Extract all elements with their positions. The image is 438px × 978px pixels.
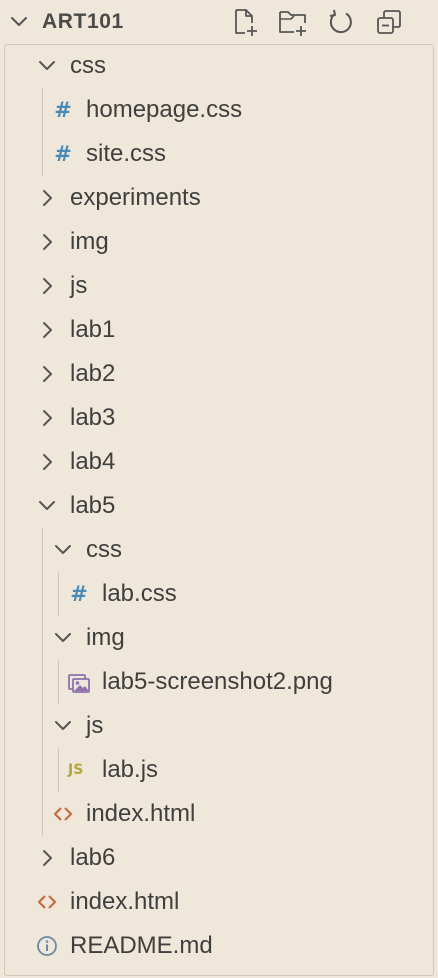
tree-item-label: lab.js [102,756,159,783]
tree-item-label: lab6 [70,844,116,871]
tree-file-row[interactable]: README.md [0,924,438,968]
new-file-icon [235,9,257,36]
tree-item-label: lab1 [70,316,116,343]
chevron-right-icon[interactable] [36,231,58,253]
tree-file-row[interactable]: # site.css [0,132,438,176]
tree-item-label: js [70,272,88,299]
tree-folder-row[interactable]: lab4 [0,440,438,484]
tree-folder-row[interactable]: img [0,220,438,264]
tree-folder-row[interactable]: js [0,704,438,748]
tree-folder-row[interactable]: lab2 [0,352,438,396]
tree-folder-row[interactable]: img [0,616,438,660]
tree-file-row[interactable]: # lab.css [0,572,438,616]
html-file-icon [36,891,58,913]
tree-item-label: index.html [86,800,196,827]
tree-file-row[interactable]: lab5-screenshot2.png [0,660,438,704]
chevron-down-icon[interactable] [8,11,30,33]
tree-folder-row[interactable]: js [0,264,438,308]
indent-guide [42,528,43,836]
folder-title: ART101 [42,10,124,33]
tree-folder-row[interactable]: lab3 [0,396,438,440]
tree-folder-row[interactable]: css [0,44,438,88]
tree-folder-row[interactable]: css [0,528,438,572]
info-icon [36,935,58,957]
indent-guide [58,748,59,792]
indent-guide [42,88,43,176]
tree-item-label: homepage.css [86,96,243,123]
chevron-right-icon[interactable] [36,407,58,429]
tree-item-label: img [70,228,109,255]
tree-item-label: img [86,624,125,651]
tree-file-row[interactable]: # homepage.css [0,88,438,132]
tree-item-label: lab.css [102,580,177,607]
refresh-button[interactable] [325,6,357,38]
tree-item-label: lab5 [70,492,116,519]
tree-item-label: lab2 [70,360,116,387]
collapse-all-icon [377,10,401,34]
collapse-all-button[interactable] [373,6,405,38]
refresh-icon [329,9,352,34]
chevron-right-icon[interactable] [36,363,58,385]
tree-file-row[interactable]: index.html [0,792,438,836]
chevron-right-icon[interactable] [36,319,58,341]
chevron-right-icon[interactable] [36,275,58,297]
css-file-icon: # [70,582,88,606]
js-file-icon: JS [68,762,84,778]
chevron-right-icon[interactable] [36,847,58,869]
tree-item-label: lab5-screenshot2.png [102,668,333,695]
tree-folder-row[interactable]: lab5 [0,484,438,528]
tree-folder-row[interactable]: experiments [0,176,438,220]
indent-guide [58,572,59,616]
css-file-icon: # [54,98,72,122]
chevron-right-icon[interactable] [36,451,58,473]
html-file-icon [52,803,74,825]
tree-item-label: experiments [70,184,201,211]
new-folder-icon [279,11,306,36]
tree-item-label: site.css [86,140,167,167]
tree-item-label: css [70,52,106,79]
new-folder-button[interactable] [277,6,309,38]
chevron-down-icon[interactable] [36,495,58,517]
tree-folder-row[interactable]: lab6 [0,836,438,880]
explorer-header[interactable]: ART101 [0,0,438,44]
tree-item-label: css [86,536,122,563]
chevron-down-icon[interactable] [36,55,58,77]
css-file-icon: # [54,142,72,166]
tree-item-label: lab4 [70,448,116,475]
new-file-button[interactable] [229,6,261,38]
chevron-down-icon[interactable] [52,715,74,737]
image-file-icon [68,671,90,693]
tree-item-label: js [86,712,104,739]
chevron-down-icon[interactable] [52,627,74,649]
chevron-down-icon[interactable] [52,539,74,561]
tree-folder-row[interactable]: lab1 [0,308,438,352]
chevron-right-icon[interactable] [36,187,58,209]
tree-item-label: README.md [70,932,213,959]
tree-file-row[interactable]: index.html [0,880,438,924]
indent-guide [58,660,59,704]
tree-item-label: index.html [70,888,180,915]
tree-file-row[interactable]: JS lab.js [0,748,438,792]
tree-item-label: lab3 [70,404,116,431]
